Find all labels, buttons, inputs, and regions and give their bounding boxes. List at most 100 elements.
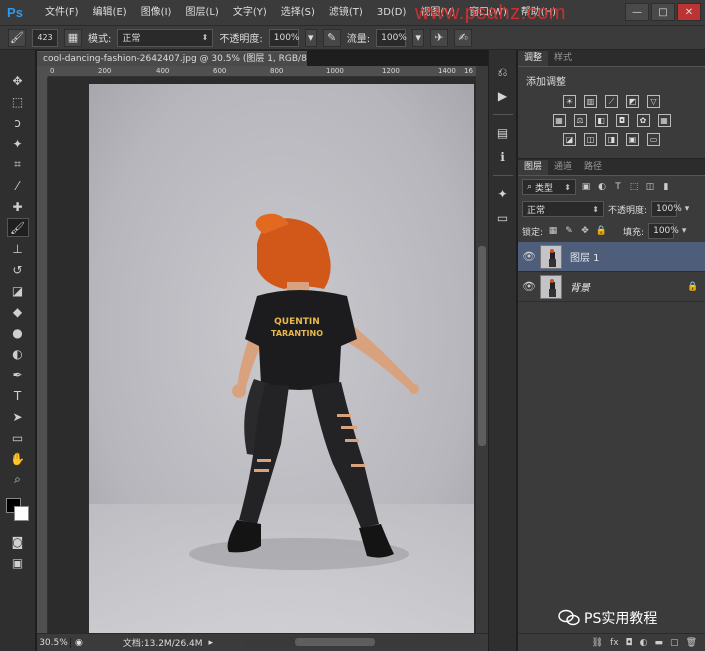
brush-panel-icon[interactable]: ▦ bbox=[64, 28, 82, 47]
status-info-icon[interactable]: ◉ bbox=[75, 638, 83, 648]
tab-styles[interactable]: 样式 bbox=[548, 51, 578, 66]
blend-mode-select[interactable]: 正常 ⬍ bbox=[522, 201, 604, 217]
menu-select[interactable]: 选择(S) bbox=[274, 0, 322, 26]
dodge-tool-icon[interactable]: ◐ bbox=[7, 344, 29, 363]
layer-opacity-dropdown-icon[interactable]: ▾ bbox=[681, 203, 693, 215]
fill-input[interactable]: 100% bbox=[648, 223, 679, 239]
exposure-icon[interactable]: ◩ bbox=[626, 95, 639, 108]
history-brush-tool-icon[interactable]: ↺ bbox=[7, 260, 29, 279]
move-tool-icon[interactable]: ✥ bbox=[7, 71, 29, 90]
quick-mask-icon[interactable]: ◙ bbox=[7, 532, 29, 551]
vertical-scrollbar[interactable] bbox=[476, 66, 488, 633]
pen-tool-icon[interactable]: ✒ bbox=[7, 365, 29, 384]
tab-channels[interactable]: 通道 bbox=[548, 160, 578, 175]
menu-file[interactable]: 文件(F) bbox=[38, 0, 86, 26]
channel-mixer-icon[interactable]: ✿ bbox=[636, 114, 650, 127]
brush-presets-panel-icon[interactable]: ✦ bbox=[493, 184, 513, 204]
curves-icon[interactable]: ⟋ bbox=[605, 95, 618, 108]
trash-icon[interactable]: 🗑 bbox=[686, 638, 697, 648]
healing-brush-tool-icon[interactable]: ✚ bbox=[7, 197, 29, 216]
canvas-area[interactable]: QUENTIN TARANTINO bbox=[48, 77, 476, 633]
color-lookup-icon[interactable]: ▦ bbox=[657, 114, 671, 127]
layer-row[interactable]: 👁 背景 🔒 bbox=[518, 272, 705, 302]
layer-style-icon[interactable]: fx bbox=[610, 638, 619, 648]
layer-filter-select[interactable]: ⌕ 类型 ⬍ bbox=[522, 179, 576, 195]
mode-select[interactable]: 正常 ⬍ bbox=[117, 28, 214, 47]
photo-filter-icon[interactable]: ◘ bbox=[615, 114, 629, 127]
menu-edit[interactable]: 编辑(E) bbox=[86, 0, 134, 26]
lock-all-icon[interactable]: 🔒 bbox=[595, 225, 607, 237]
menu-3d[interactable]: 3D(D) bbox=[370, 0, 414, 26]
posterize-icon[interactable]: ◫ bbox=[584, 133, 597, 146]
marquee-tool-icon[interactable]: ⬚ bbox=[7, 92, 29, 111]
blur-tool-icon[interactable]: ● bbox=[7, 323, 29, 342]
flow-input[interactable]: 100% bbox=[376, 28, 407, 47]
horizontal-scroll-thumb[interactable] bbox=[295, 638, 375, 646]
background-color-swatch[interactable] bbox=[13, 506, 29, 521]
vibrance-icon[interactable]: ▽ bbox=[647, 95, 660, 108]
layer-opacity-input[interactable]: 100% bbox=[651, 201, 682, 217]
type-tool-icon[interactable]: T bbox=[7, 386, 29, 405]
airbrush-icon[interactable]: ✈ bbox=[430, 28, 449, 47]
status-menu-arrow-icon[interactable]: ▸ bbox=[209, 638, 214, 648]
menu-layer[interactable]: 图层(L) bbox=[178, 0, 225, 26]
layer-row[interactable]: 👁 图层 1 bbox=[518, 242, 705, 272]
add-mask-icon[interactable]: ◘ bbox=[626, 638, 633, 648]
properties-panel-icon[interactable]: ▤ bbox=[493, 123, 513, 143]
new-adjustment-icon[interactable]: ◐ bbox=[640, 638, 648, 648]
vertical-scroll-thumb[interactable] bbox=[478, 246, 486, 446]
black-white-icon[interactable]: ◧ bbox=[594, 114, 608, 127]
crop-tool-icon[interactable]: ⌗ bbox=[7, 155, 29, 174]
zoom-tool-icon[interactable]: ⌕ bbox=[7, 470, 29, 489]
magic-wand-tool-icon[interactable]: ✦ bbox=[7, 134, 29, 153]
actions-panel-icon[interactable]: ▶ bbox=[493, 86, 513, 106]
brightness-icon[interactable]: ☀ bbox=[563, 95, 576, 108]
new-group-icon[interactable]: ▬ bbox=[655, 638, 664, 648]
tab-layers[interactable]: 图层 bbox=[518, 160, 549, 175]
filter-shape-icon[interactable]: ⬚ bbox=[628, 181, 640, 193]
brush-tool-icon[interactable]: 🖌 bbox=[6, 218, 29, 237]
eye-icon[interactable]: 👁 bbox=[518, 250, 540, 263]
minimize-button[interactable]: — bbox=[625, 3, 649, 21]
path-selection-tool-icon[interactable]: ➤ bbox=[7, 407, 29, 426]
clone-stamp-tool-icon[interactable]: ⊥ bbox=[7, 239, 29, 258]
invert-icon[interactable]: ◪ bbox=[563, 133, 576, 146]
tab-adjustments[interactable]: 调整 bbox=[518, 51, 549, 66]
lock-position-icon[interactable]: ✥ bbox=[579, 225, 591, 237]
tab-paths[interactable]: 路径 bbox=[578, 160, 608, 175]
eye-icon[interactable]: 👁 bbox=[518, 280, 540, 293]
info-panel-icon[interactable]: ℹ bbox=[493, 147, 513, 167]
document-tab[interactable]: cool-dancing-fashion-2642407.jpg @ 30.5%… bbox=[37, 51, 307, 66]
screen-mode-icon[interactable]: ▣ bbox=[7, 553, 29, 572]
paint-bucket-tool-icon[interactable]: ◆ bbox=[7, 302, 29, 321]
ruler-horizontal[interactable]: 0 200 400 600 800 1000 1200 1400 16 bbox=[48, 66, 476, 77]
eraser-tool-icon[interactable]: ◪ bbox=[7, 281, 29, 300]
history-panel-icon[interactable]: ⎌ bbox=[493, 62, 513, 82]
gradient-map-icon[interactable]: ▭ bbox=[647, 133, 660, 146]
filter-adjustment-icon[interactable]: ◐ bbox=[596, 181, 608, 193]
brush-preset-icon[interactable]: 🖌 bbox=[8, 28, 26, 47]
filter-pixel-icon[interactable]: ▣ bbox=[580, 181, 592, 193]
menu-filter[interactable]: 滤镜(T) bbox=[322, 0, 370, 26]
fill-dropdown-icon[interactable]: ▾ bbox=[678, 225, 690, 237]
color-balance-icon[interactable]: ⚖ bbox=[573, 114, 587, 127]
selective-color-icon[interactable]: ▣ bbox=[626, 133, 639, 146]
shape-tool-icon[interactable]: ▭ bbox=[7, 428, 29, 447]
zoom-level[interactable]: 30.5% bbox=[37, 637, 71, 648]
menu-image[interactable]: 图像(I) bbox=[134, 0, 179, 26]
layer-name[interactable]: 图层 1 bbox=[570, 249, 705, 264]
opacity-input[interactable]: 100% bbox=[268, 28, 299, 47]
filter-smart-object-icon[interactable]: ◫ bbox=[644, 181, 656, 193]
lock-transparent-icon[interactable]: ▦ bbox=[547, 225, 559, 237]
ruler-corner[interactable] bbox=[37, 66, 48, 77]
threshold-icon[interactable]: ◨ bbox=[605, 133, 618, 146]
filter-toggle-icon[interactable]: ▮ bbox=[660, 181, 672, 193]
new-layer-icon[interactable]: ▢ bbox=[670, 638, 679, 648]
link-layers-icon[interactable]: ⛓ bbox=[592, 638, 603, 648]
lasso-tool-icon[interactable]: ↄ bbox=[7, 113, 29, 132]
flow-dropdown-icon[interactable]: ▾ bbox=[412, 28, 425, 47]
brush-size-picker[interactable]: 423 bbox=[32, 28, 58, 47]
menu-type[interactable]: 文字(Y) bbox=[226, 0, 274, 26]
brush-panel-icon[interactable]: ▭ bbox=[493, 208, 513, 228]
hand-tool-icon[interactable]: ✋ bbox=[7, 449, 29, 468]
